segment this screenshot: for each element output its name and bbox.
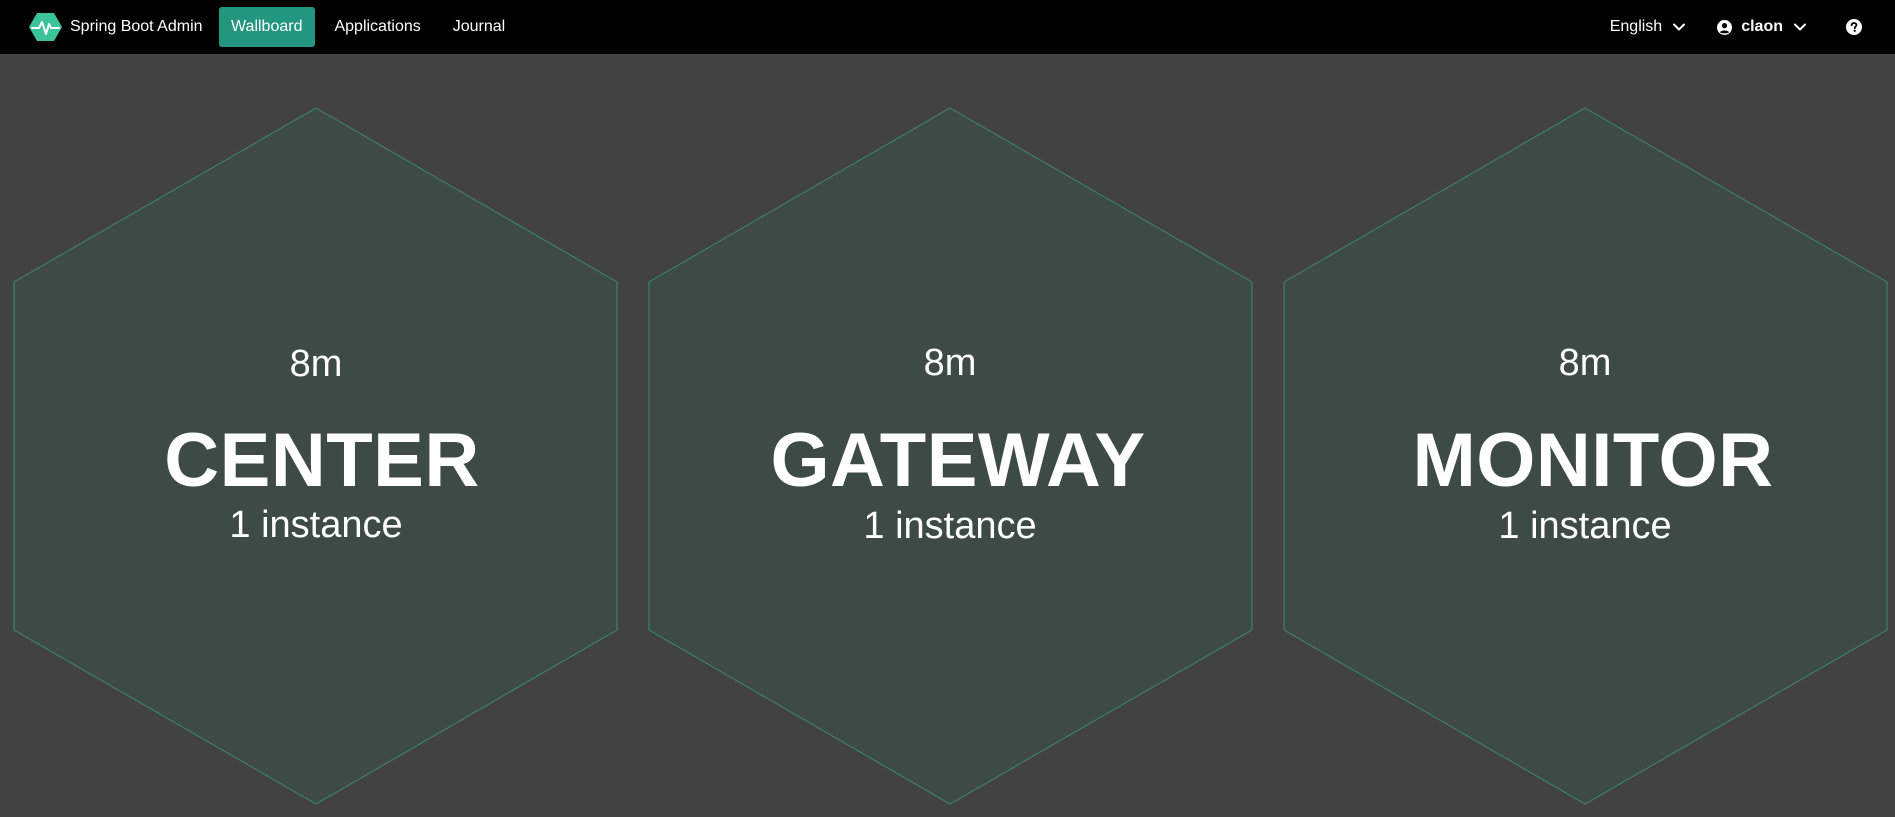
nav-applications[interactable]: Applications — [322, 7, 433, 47]
user-menu[interactable]: claon — [1717, 18, 1807, 36]
spring-boot-admin-logo-icon — [29, 13, 62, 41]
question-circle-icon[interactable] — [1846, 19, 1862, 35]
application-hexagon-gateway[interactable] — [648, 107, 1253, 805]
chevron-down-icon — [1794, 23, 1806, 31]
username: claon — [1741, 18, 1783, 35]
application-hexagon-center[interactable] — [13, 107, 618, 805]
wallboard-hexagons — [13, 107, 1888, 805]
language-label: English — [1609, 18, 1663, 35]
chevron-down-icon — [1673, 23, 1686, 31]
application-hexagon-monitor[interactable] — [1283, 107, 1888, 805]
nav-wallboard[interactable]: Wallboard — [218, 7, 315, 47]
brand[interactable]: Spring Boot Admin — [29, 0, 203, 54]
wallboard: 8m CENTER 1 instance 8m GATEWAY 1 instan… — [0, 54, 1895, 817]
language-selector[interactable]: English — [1610, 18, 1686, 36]
navbar-right: English claon — [1610, 0, 1895, 54]
nav-journal[interactable]: Journal — [440, 7, 517, 47]
user-circle-icon — [1717, 19, 1733, 35]
top-navbar: Spring Boot Admin Wallboard Applications… — [0, 0, 1895, 54]
app-name: Spring Boot Admin — [70, 18, 203, 35]
main-nav: Wallboard Applications Journal — [218, 7, 525, 47]
